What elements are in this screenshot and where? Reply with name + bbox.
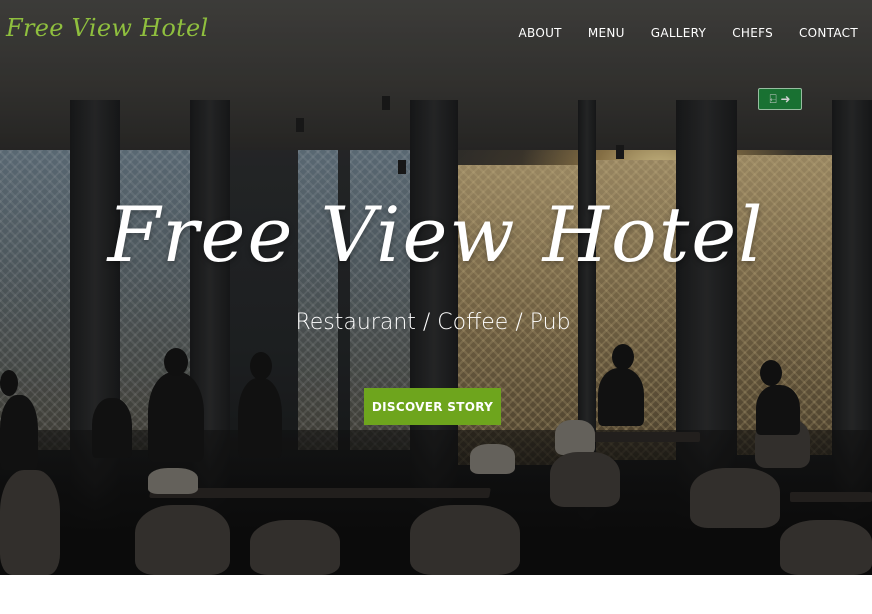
- site-logo[interactable]: Free View Hotel: [6, 14, 209, 42]
- nav-link-gallery[interactable]: GALLERY: [651, 26, 706, 40]
- hero-title: Free View Hotel: [107, 190, 765, 279]
- nav-link-chefs[interactable]: CHEFS: [732, 26, 773, 40]
- hero-subtitle: Restaurant / Coffee / Pub: [295, 310, 571, 335]
- nav-link-about[interactable]: ABOUT: [519, 26, 562, 40]
- hero-overlay: [0, 0, 872, 575]
- discover-story-button[interactable]: DISCOVER STORY: [364, 388, 501, 425]
- main-nav: ABOUT MENU GALLERY CHEFS CONTACT: [519, 26, 858, 40]
- hero-section: ⍇ ➜ Free View Hotel ABOUT MENU GALLERY C…: [0, 0, 872, 575]
- nav-link-menu[interactable]: MENU: [588, 26, 625, 40]
- nav-link-contact[interactable]: CONTACT: [799, 26, 858, 40]
